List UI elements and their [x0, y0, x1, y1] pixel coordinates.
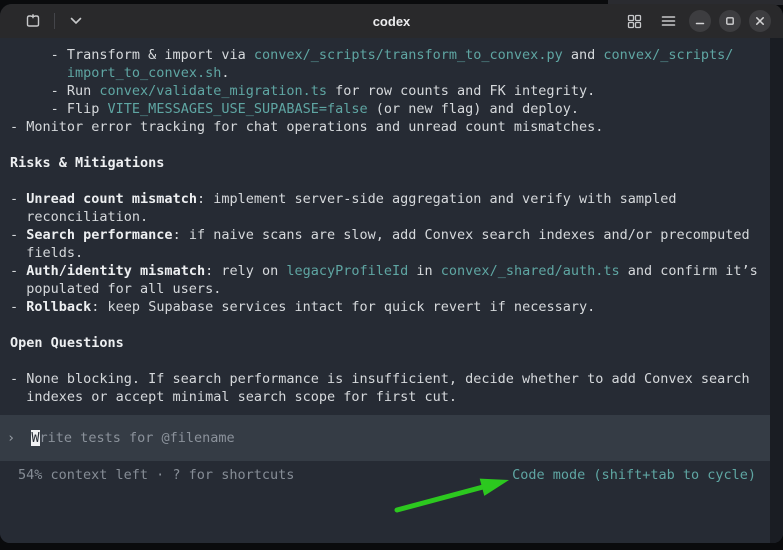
new-tab-icon — [25, 13, 41, 29]
text-cursor: W — [31, 430, 40, 446]
close-icon — [755, 16, 765, 26]
new-tab-button[interactable] — [20, 9, 46, 33]
terminal-line: - Flip VITE_MESSAGES_USE_SUPABASE=false … — [10, 101, 579, 117]
terminal-line: - Rollback: keep Supabase services intac… — [10, 299, 596, 315]
minimize-button[interactable] — [689, 10, 711, 32]
terminal-line: reconciliation. — [10, 209, 149, 225]
titlebar[interactable]: codex — [0, 4, 783, 38]
chat-input[interactable]: › Write tests for @filename — [0, 415, 770, 461]
terminal-line: - Search performance: if naive scans are… — [10, 227, 750, 243]
terminal-line: - Run convex/validate_migration.ts for r… — [10, 83, 596, 99]
grid-layout-icon — [627, 14, 642, 29]
terminal-line: - Auth/identity mismatch: rely on legacy… — [10, 263, 758, 279]
prompt-gap — [15, 430, 31, 446]
status-bar: 54% context left · ? for shortcuts Code … — [0, 465, 770, 485]
terminal-line: Open Questions — [10, 335, 124, 351]
context-left-text: 54% context left · ? for shortcuts — [18, 467, 295, 483]
terminal-window: codex - Transform & import via convex/_s… — [0, 4, 783, 543]
tab-dropdown-button[interactable] — [63, 9, 89, 33]
prompt-chevron: › — [7, 430, 16, 446]
input-placeholder-text: rite tests for @filename — [39, 430, 235, 446]
terminal-line: Risks & Mitigations — [10, 155, 165, 171]
maximize-icon — [725, 16, 735, 26]
menu-button[interactable] — [655, 9, 681, 33]
layout-grid-button[interactable] — [621, 9, 647, 33]
terminal-line: - Transform & import via convex/_scripts… — [10, 47, 734, 63]
minimize-icon — [695, 16, 705, 26]
terminal-line: indexes or accept minimal search scope f… — [10, 389, 458, 405]
close-button[interactable] — [749, 10, 771, 32]
terminal-output: - Transform & import via convex/_scripts… — [0, 38, 770, 406]
scrollbar-gutter[interactable] — [770, 38, 783, 543]
mode-indicator-text: Code mode (shift+tab to cycle) — [512, 467, 756, 483]
terminal-line: - Monitor error tracking for chat operat… — [10, 119, 604, 135]
terminal-line: - Unread count mismatch: implement serve… — [10, 191, 677, 207]
terminal-line: import_to_convex.sh. — [66, 65, 230, 81]
terminal-line: fields. — [10, 245, 84, 261]
chevron-down-icon — [70, 17, 82, 25]
titlebar-divider — [54, 13, 55, 29]
maximize-button[interactable] — [719, 10, 741, 32]
terminal-line: - None blocking. If search performance i… — [10, 371, 750, 387]
menu-icon — [661, 15, 676, 27]
terminal-area: - Transform & import via convex/_scripts… — [0, 38, 783, 543]
terminal-line: populated for all users. — [10, 281, 222, 297]
